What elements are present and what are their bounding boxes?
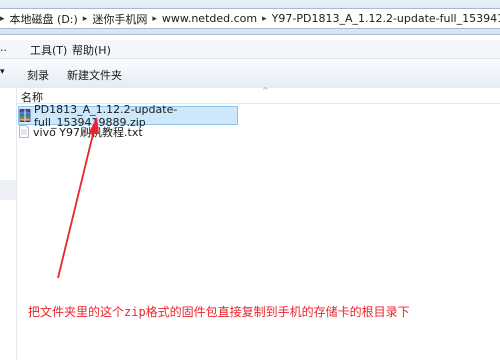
instruction-annotation-text: 把文件夹里的这个zip格式的固件包直接复制到手机的存储卡的根目录下 (28, 305, 410, 319)
